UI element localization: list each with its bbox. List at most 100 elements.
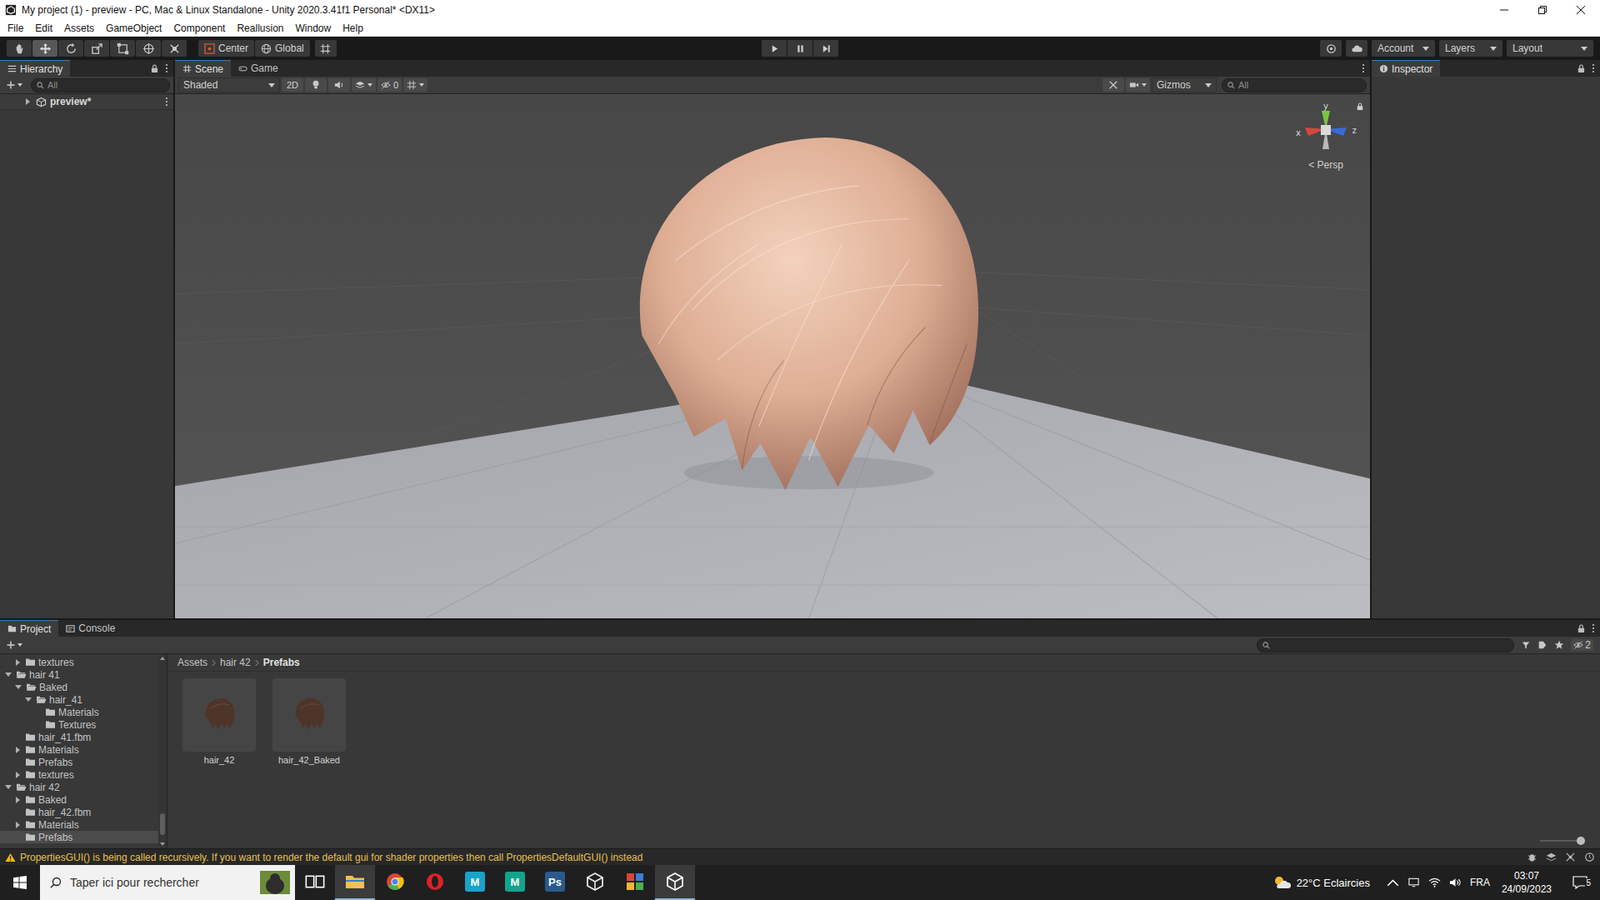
project-tab[interactable]: Project [0, 620, 59, 637]
orientation-gizmo[interactable]: yxz< Persp [1288, 102, 1364, 171]
lock-icon[interactable] [1577, 624, 1585, 634]
folder-tree-row[interactable]: hair_41.fbm [0, 730, 159, 744]
scene-viewport[interactable]: yxz< Persp [175, 94, 1370, 619]
folder-tree-row[interactable]: Materials [0, 743, 159, 756]
notification-center[interactable]: 5 [1563, 875, 1597, 890]
taskbar-app[interactable] [415, 865, 455, 900]
taskbar-app[interactable]: Ps [535, 865, 575, 900]
breadcrumb-item[interactable]: hair 42 [220, 656, 251, 669]
bug-icon[interactable] [1526, 851, 1538, 863]
asset-item[interactable]: hair_42 [180, 678, 258, 765]
taskbar-app[interactable]: M [455, 865, 495, 900]
taskbar-app[interactable]: M [495, 865, 535, 900]
step-button[interactable] [813, 40, 839, 57]
folder-tree-row[interactable]: hair 42 [0, 780, 159, 794]
cloud-button[interactable] [1345, 40, 1368, 57]
audio-toggle[interactable] [328, 78, 350, 92]
minimize-button[interactable] [1485, 0, 1524, 20]
menu-item[interactable]: Edit [29, 22, 59, 35]
close-button[interactable] [1561, 0, 1600, 20]
hierarchy-search[interactable]: All [30, 78, 170, 93]
menu-item[interactable]: Component [167, 22, 231, 35]
filter-type-icon[interactable] [1520, 640, 1531, 650]
lock-icon[interactable] [1356, 102, 1364, 111]
scene-tab[interactable]: Scene [175, 60, 231, 77]
task-view-button[interactable] [295, 865, 335, 900]
menu-item[interactable]: Help [336, 22, 370, 35]
clock[interactable]: 03:0724/09/2023 [1498, 869, 1555, 896]
expand-arrow-icon[interactable] [15, 746, 20, 754]
layers-status-icon[interactable] [1545, 851, 1557, 863]
effects-dropdown[interactable] [351, 78, 376, 92]
inspector-tab[interactable]: Inspector [1371, 60, 1440, 77]
shading-dropdown[interactable]: Shaded [178, 77, 280, 93]
hierarchy-scene-row[interactable]: preview* [0, 94, 174, 110]
folder-tree-row[interactable]: hair 41 [0, 668, 159, 681]
hidden-packages-toggle[interactable]: 2 [1570, 639, 1594, 651]
gizmos-dropdown[interactable]: Gizmos [1151, 77, 1217, 93]
play-button[interactable] [761, 40, 787, 57]
space-button[interactable]: Global [255, 40, 310, 57]
restore-button[interactable] [1523, 0, 1562, 20]
account-dropdown[interactable]: Account [1371, 40, 1435, 57]
lock-icon[interactable] [1577, 64, 1585, 74]
menu-item[interactable]: Reallusion [230, 22, 290, 35]
display-icon[interactable] [1407, 876, 1420, 889]
expand-arrow-icon[interactable] [15, 685, 22, 690]
taskbar-app[interactable] [335, 865, 375, 900]
project-tab[interactable]: Console [58, 620, 123, 637]
tool-button[interactable] [161, 40, 187, 57]
tool-button[interactable] [6, 40, 32, 57]
taskbar-app[interactable] [575, 865, 615, 900]
scene-tab[interactable]: Game [230, 60, 286, 77]
breadcrumb-item[interactable]: Assets [177, 656, 208, 669]
taskbar-app[interactable] [655, 865, 695, 900]
tool-button[interactable] [32, 40, 58, 57]
scroll-thumb[interactable] [160, 813, 165, 835]
kebab-menu-icon[interactable] [1591, 623, 1595, 634]
expand-arrow-icon[interactable] [15, 771, 20, 779]
expand-arrow-icon[interactable] [25, 697, 32, 702]
star-icon[interactable] [1554, 640, 1565, 650]
asset-item[interactable]: hair_42_Baked [270, 678, 348, 765]
grid-dropdown[interactable] [403, 78, 428, 92]
menu-item[interactable]: Window [290, 22, 338, 35]
expand-arrow-icon[interactable] [15, 659, 20, 666]
folder-tree-row[interactable]: Materials [0, 818, 159, 831]
folder-tree-row[interactable]: textures [0, 655, 159, 669]
breadcrumb-item[interactable]: Prefabs [263, 656, 300, 669]
slider-thumb[interactable] [1576, 836, 1585, 845]
expand-arrow-icon[interactable] [15, 796, 20, 804]
thumbnail-size-slider[interactable] [1540, 835, 1585, 846]
chevron-up-icon[interactable] [1386, 876, 1400, 889]
project-search[interactable] [1256, 638, 1515, 653]
taskbar-app[interactable] [615, 865, 655, 900]
pause-button[interactable] [787, 40, 813, 57]
2d-toggle[interactable]: 2D [281, 78, 304, 92]
kebab-menu-icon[interactable] [165, 63, 169, 74]
menu-item[interactable]: GameObject [100, 22, 168, 35]
folder-tree-row[interactable]: Baked [0, 680, 159, 694]
weather-widget[interactable]: 22°C Eclaircies [1271, 874, 1370, 891]
kebab-menu-icon[interactable] [1591, 63, 1595, 74]
scroll-down-icon[interactable] [160, 842, 165, 846]
scroll-up-icon[interactable] [160, 656, 165, 660]
taskbar-search[interactable]: Taper ici pour rechercher [40, 865, 295, 900]
projection-label[interactable]: < Persp [1308, 159, 1344, 171]
network-icon[interactable] [1428, 876, 1441, 889]
folder-tree-row[interactable]: hair_42.fbm [0, 805, 159, 819]
label-icon[interactable] [1537, 640, 1548, 650]
tool-button[interactable] [84, 40, 110, 57]
expand-arrow-icon[interactable] [15, 821, 20, 829]
collab-button[interactable] [1320, 40, 1342, 57]
folder-tree-row[interactable]: Textures [0, 718, 159, 731]
expand-arrow-icon[interactable] [5, 785, 12, 790]
hidden-objects-toggle[interactable]: 0 [377, 78, 402, 92]
pivot-button[interactable]: Center [198, 40, 255, 57]
create-button[interactable] [3, 80, 26, 90]
tools-toggle[interactable] [1102, 78, 1125, 92]
folder-tree-row[interactable]: Materials [0, 705, 159, 719]
layers-dropdown[interactable]: Layers [1439, 40, 1503, 57]
tool-button[interactable] [135, 40, 161, 57]
tool-button[interactable] [110, 40, 135, 57]
